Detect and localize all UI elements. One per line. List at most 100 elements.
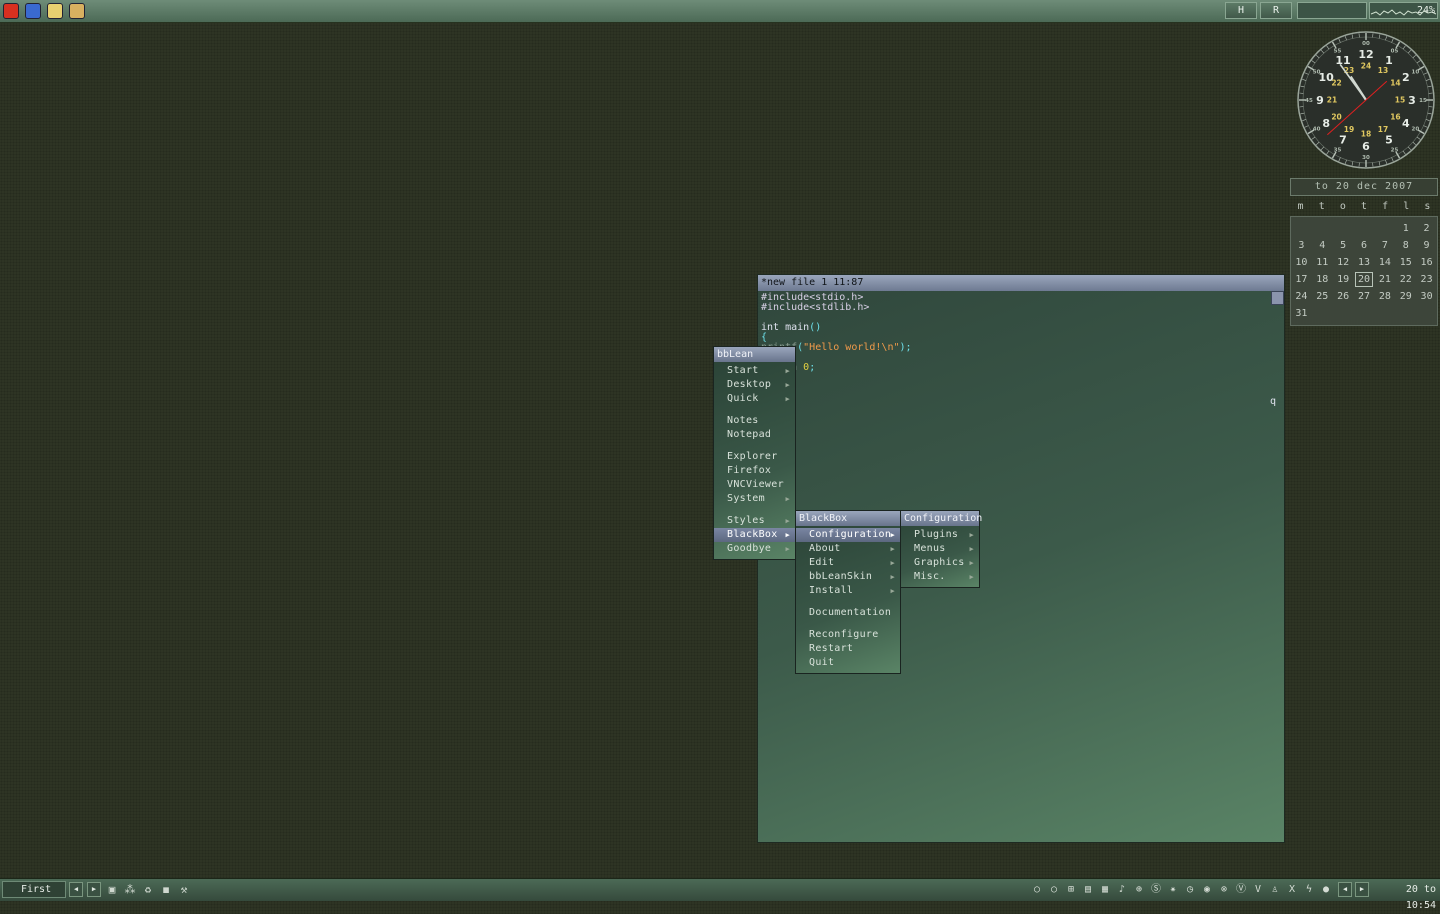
hp-icon[interactable]: ⊕ xyxy=(1132,882,1146,897)
code-token: int main xyxy=(761,322,809,333)
menu-item-goodbye[interactable]: Goodbye▶ xyxy=(714,542,795,556)
calendar-day[interactable]: 26 xyxy=(1333,288,1354,305)
calendar-day[interactable]: 17 xyxy=(1291,271,1312,288)
calendar-day[interactable]: 7 xyxy=(1374,237,1395,254)
x-icon[interactable]: X xyxy=(1285,882,1299,897)
flash-icon[interactable]: ϟ xyxy=(1302,882,1316,897)
v2-icon[interactable]: V xyxy=(1251,882,1265,897)
menu-item-vncviewer[interactable]: VNCViewer xyxy=(714,478,795,492)
calendar-day[interactable]: 30 xyxy=(1416,288,1437,305)
menu-item-start[interactable]: Start▶ xyxy=(714,364,795,378)
calendar-day[interactable]: 11 xyxy=(1312,254,1333,271)
shield-icon[interactable]: ◉ xyxy=(1200,882,1214,897)
network-icon[interactable]: ⊞ xyxy=(1064,882,1078,897)
calendar-day[interactable]: 6 xyxy=(1354,237,1375,254)
skype-icon[interactable]: Ⓢ xyxy=(1149,882,1163,897)
calendar-day[interactable]: 23 xyxy=(1416,271,1437,288)
menu-item-firefox[interactable]: Firefox xyxy=(714,464,795,478)
prev-workspace-button[interactable]: ◀ xyxy=(69,882,83,897)
user-icon[interactable]: ♙ xyxy=(1268,882,1282,897)
calendar-day[interactable]: 3 xyxy=(1291,237,1312,254)
window-icon[interactable]: ◼ xyxy=(159,883,173,897)
recycle-icon[interactable]: ♻ xyxy=(141,883,155,897)
menu-item-menus[interactable]: Menus▶ xyxy=(901,542,979,556)
calendar-day[interactable]: 10 xyxy=(1291,254,1312,271)
menu-item-quick[interactable]: Quick▶ xyxy=(714,392,795,406)
calendar-day[interactable]: 4 xyxy=(1312,237,1333,254)
menu-item-quit[interactable]: Quit xyxy=(796,656,900,670)
circle-icon[interactable]: ○ xyxy=(1047,882,1061,897)
calendar-day[interactable]: 13 xyxy=(1354,254,1375,271)
menu-item-bbleanskin[interactable]: bbLeanSkin▶ xyxy=(796,570,900,584)
calendar-day[interactable]: 2 xyxy=(1416,220,1437,237)
firefox-icon[interactable] xyxy=(3,3,19,19)
toolbar-button-h[interactable]: H xyxy=(1225,2,1257,19)
globe-icon[interactable] xyxy=(25,3,41,19)
explorer-icon[interactable] xyxy=(69,3,85,19)
calendar-day[interactable]: 25 xyxy=(1312,288,1333,305)
menu-item-notepad[interactable]: Notepad xyxy=(714,428,795,442)
menu-item-explorer[interactable]: Explorer xyxy=(714,450,795,464)
menu-item-reconfigure[interactable]: Reconfigure xyxy=(796,628,900,642)
calendar-day[interactable]: 8 xyxy=(1395,237,1416,254)
submenu-arrow-icon: ▶ xyxy=(785,364,790,378)
calendar-day[interactable]: 27 xyxy=(1354,288,1375,305)
editor-title[interactable]: *new file 1 11:87 xyxy=(758,275,1284,291)
notepad-icon[interactable] xyxy=(47,3,63,19)
menu-item-blackbox[interactable]: BlackBox▶ xyxy=(714,528,795,542)
calendar-day[interactable]: 19 xyxy=(1333,271,1354,288)
toolbar-button-r[interactable]: R xyxy=(1260,2,1292,19)
clock-hour-label: 3 xyxy=(1408,94,1416,107)
calendar-day[interactable]: 9 xyxy=(1416,237,1437,254)
calendar-day[interactable]: 18 xyxy=(1312,271,1333,288)
menu-item-label: Configuration xyxy=(809,529,891,540)
calendar-day[interactable]: 16 xyxy=(1416,254,1437,271)
menu-item-install[interactable]: Install▶ xyxy=(796,584,900,598)
menu-item-label: Install xyxy=(809,585,853,596)
network-icon[interactable]: ⁂ xyxy=(123,883,137,897)
menu-item-configuration[interactable]: Configuration▶ xyxy=(796,528,900,542)
tray-prev-button[interactable]: ◀ xyxy=(1338,882,1352,897)
menu-item-documentation[interactable]: Documentation xyxy=(796,606,900,620)
menu-item-desktop[interactable]: Desktop▶ xyxy=(714,378,795,392)
menu-item-about[interactable]: About▶ xyxy=(796,542,900,556)
tools-icon[interactable]: ⚒ xyxy=(177,883,191,897)
workspace-label[interactable]: First xyxy=(2,881,66,898)
menu-item-misc[interactable]: Misc.▶ xyxy=(901,570,979,584)
calendar-date-header: to 20 dec 2007 xyxy=(1290,178,1438,196)
computer-icon[interactable]: ▣ xyxy=(105,883,119,897)
calendar-day[interactable]: 1 xyxy=(1395,220,1416,237)
menu-item-styles[interactable]: Styles▶ xyxy=(714,514,795,528)
monitor-icon[interactable]: ▤ xyxy=(1081,882,1095,897)
lock-icon[interactable]: ⊗ xyxy=(1217,882,1231,897)
disc-icon[interactable]: ● xyxy=(1319,882,1333,897)
clock-icon[interactable]: ◷ xyxy=(1183,882,1197,897)
editor-scrollbar[interactable] xyxy=(1271,291,1284,305)
menu-item-restart[interactable]: Restart xyxy=(796,642,900,656)
calendar-day[interactable]: 29 xyxy=(1395,288,1416,305)
calendar-day[interactable]: 5 xyxy=(1333,237,1354,254)
settings-icon[interactable]: ✷ xyxy=(1166,882,1180,897)
calendar-day[interactable]: 24 xyxy=(1291,288,1312,305)
calendar-day[interactable]: 14 xyxy=(1374,254,1395,271)
menu-item-system[interactable]: System▶ xyxy=(714,492,795,506)
menu-item-edit[interactable]: Edit▶ xyxy=(796,556,900,570)
vnc-icon[interactable]: Ⓥ xyxy=(1234,882,1248,897)
calendar-day[interactable]: 21 xyxy=(1374,271,1395,288)
menu-item-plugins[interactable]: Plugins▶ xyxy=(901,528,979,542)
menu-item-label: bbLeanSkin xyxy=(809,571,872,582)
calendar-day[interactable]: 22 xyxy=(1395,271,1416,288)
display-icon[interactable]: ▦ xyxy=(1098,882,1112,897)
next-workspace-button[interactable]: ▶ xyxy=(87,882,101,897)
calendar-day[interactable]: 15 xyxy=(1395,254,1416,271)
calendar-day[interactable]: 12 xyxy=(1333,254,1354,271)
clock-hour24-label: 19 xyxy=(1344,125,1354,134)
tray-next-button[interactable]: ▶ xyxy=(1355,882,1369,897)
circle-icon[interactable]: ○ xyxy=(1030,882,1044,897)
menu-item-graphics[interactable]: Graphics▶ xyxy=(901,556,979,570)
calendar-day[interactable]: 28 xyxy=(1374,288,1395,305)
calendar-day[interactable]: 31 xyxy=(1291,305,1312,322)
speaker-icon[interactable]: ♪ xyxy=(1115,882,1129,897)
menu-item-notes[interactable]: Notes xyxy=(714,414,795,428)
calendar-day-today[interactable]: 20 xyxy=(1354,271,1375,288)
